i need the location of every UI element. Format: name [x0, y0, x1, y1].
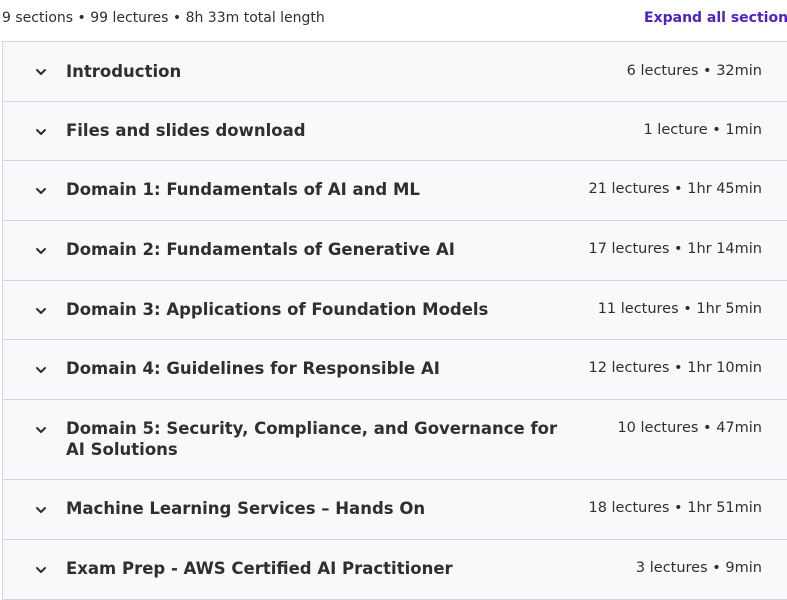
section-row[interactable]: Domain 4: Guidelines for Responsible AI …: [3, 340, 787, 400]
section-row[interactable]: Domain 5: Security, Compliance, and Gove…: [3, 400, 787, 480]
chevron-down-icon: [34, 244, 48, 258]
section-meta: 17 lectures • 1hr 14min: [588, 241, 762, 257]
section-title: Machine Learning Services – Hands On: [66, 499, 426, 518]
section-row[interactable]: Files and slides download 1 lecture • 1m…: [3, 102, 787, 161]
section-row[interactable]: Domain 3: Applications of Foundation Mod…: [3, 281, 787, 340]
curriculum-summary: 9 sections • 99 lectures • 8h 33m total …: [2, 10, 325, 26]
section-title: Domain 1: Fundamentals of AI and ML: [66, 180, 420, 199]
section-row[interactable]: Domain 2: Fundamentals of Generative AI …: [3, 221, 787, 281]
section-meta: 6 lectures • 32min: [626, 63, 762, 79]
section-meta: 21 lectures • 1hr 45min: [588, 181, 762, 197]
chevron-down-icon: [34, 363, 48, 377]
section-row[interactable]: Exam Prep - AWS Certified AI Practitione…: [3, 540, 787, 600]
section-row[interactable]: Machine Learning Services – Hands On 18 …: [3, 480, 787, 540]
section-meta: 12 lectures • 1hr 10min: [588, 360, 762, 376]
chevron-down-icon: [34, 563, 48, 577]
chevron-down-icon: [34, 503, 48, 517]
section-meta: 18 lectures • 1hr 51min: [588, 500, 762, 516]
curriculum-header: 9 sections • 99 lectures • 8h 33m total …: [0, 0, 787, 41]
section-title: Exam Prep - AWS Certified AI Practitione…: [66, 559, 453, 578]
section-row[interactable]: Domain 1: Fundamentals of AI and ML 21 l…: [3, 161, 787, 221]
chevron-down-icon: [34, 65, 48, 79]
section-title: Files and slides download: [66, 121, 306, 140]
section-title: Domain 2: Fundamentals of Generative AI: [66, 240, 455, 259]
chevron-down-icon: [34, 304, 48, 318]
section-meta: 11 lectures • 1hr 5min: [597, 301, 762, 317]
section-title: Domain 3: Applications of Foundation Mod…: [66, 300, 489, 319]
section-title: Introduction: [66, 62, 182, 81]
section-meta: 1 lecture • 1min: [643, 122, 762, 138]
expand-all-sections-button[interactable]: Expand all sections: [644, 10, 787, 26]
chevron-down-icon: [34, 125, 48, 139]
section-title: Domain 4: Guidelines for Responsible AI: [66, 359, 440, 378]
section-meta: 10 lectures • 47min: [617, 420, 762, 436]
section-title: Domain 5: Security, Compliance, and Gove…: [66, 419, 558, 459]
chevron-down-icon: [34, 423, 48, 437]
section-row[interactable]: Introduction 6 lectures • 32min: [3, 42, 787, 102]
chevron-down-icon: [34, 184, 48, 198]
section-list: Introduction 6 lectures • 32min Files an…: [2, 41, 787, 600]
section-meta: 3 lectures • 9min: [635, 560, 762, 576]
